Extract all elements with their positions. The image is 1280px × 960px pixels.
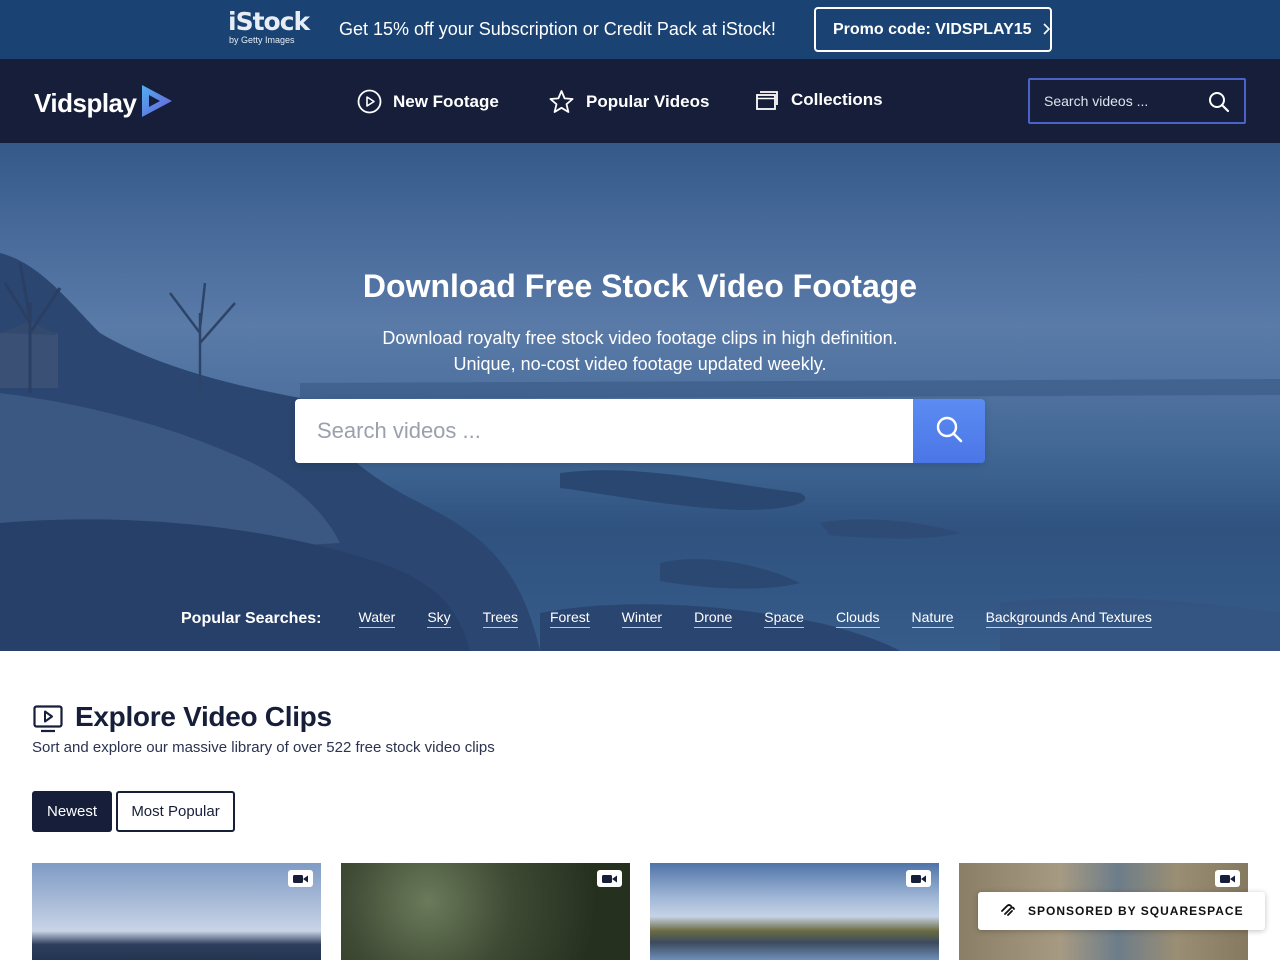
explore-subtitle: Sort and explore our massive library of … (32, 739, 495, 756)
hero-section: Download Free Stock Video Footage Downlo… (0, 143, 1280, 651)
video-camera-icon (288, 870, 313, 887)
nav-popular-videos[interactable]: Popular Videos (548, 89, 709, 115)
promo-code-label: Promo code: VIDSPLAY15 (833, 20, 1032, 38)
hero-search-button[interactable] (913, 399, 985, 463)
nav-new-footage[interactable]: New Footage (357, 89, 499, 114)
popular-search-link[interactable]: Backgrounds And Textures (985, 609, 1152, 628)
hero-background-image (0, 253, 1280, 651)
popular-search-link[interactable]: Trees (482, 609, 518, 628)
promo-bar: iStock by Getty Images Get 15% off your … (0, 0, 1280, 59)
istock-logo-subtext: by Getty Images (229, 35, 295, 45)
hero-title: Download Free Stock Video Footage (362, 268, 918, 304)
promo-text: Get 15% off your Subscription or Credit … (339, 19, 776, 39)
video-camera-icon (597, 870, 622, 887)
promo-code-button[interactable]: Promo code: VIDSPLAY15 (814, 7, 1052, 52)
vidsplay-logo[interactable]: Vidsplay (34, 83, 174, 124)
play-triangle-icon (140, 83, 174, 124)
site-header: Vidsplay New Footage Popular Videos Coll… (0, 59, 1280, 143)
hero-subtitle-line2: Unique, no-cost video footage updated we… (453, 354, 827, 374)
popular-searches-label: Popular Searches: (181, 609, 322, 627)
star-icon (548, 89, 575, 115)
popular-search-link[interactable]: Drone (694, 609, 733, 628)
istock-logo[interactable]: iStock by Getty Images (228, 7, 310, 46)
istock-logo-text: iStock (228, 7, 310, 36)
popular-search-link[interactable]: Water (358, 609, 396, 628)
video-camera-icon (906, 870, 931, 887)
tab-newest[interactable]: Newest (32, 791, 112, 832)
popular-search-link[interactable]: Clouds (835, 609, 880, 628)
hero-search-box (295, 399, 985, 463)
popular-search-link[interactable]: Winter (621, 609, 663, 628)
nav-new-footage-label: New Footage (393, 91, 499, 111)
hero-search-input[interactable] (295, 399, 913, 463)
chevron-right-icon (1042, 22, 1050, 38)
squarespace-icon (1000, 903, 1016, 920)
hero-subtitle-line1: Download royalty free stock video footag… (382, 328, 898, 348)
video-camera-icon (1215, 870, 1240, 887)
search-icon (935, 415, 963, 448)
video-thumbnail[interactable] (32, 863, 321, 960)
popular-search-link[interactable]: Nature (911, 609, 954, 628)
sponsor-text: SPONSORED BY SQUARESPACE (1028, 904, 1244, 918)
popular-search-link[interactable]: Space (764, 609, 804, 628)
nav-popular-videos-label: Popular Videos (586, 92, 710, 111)
header-search-input[interactable] (1030, 93, 1200, 109)
nav-collections-label: Collections (791, 90, 883, 109)
popular-search-link[interactable]: Forest (549, 609, 590, 628)
popular-searches: Popular Searches: Water Sky Trees Forest… (181, 609, 1152, 628)
header-search-box (1028, 78, 1246, 124)
collections-icon (755, 89, 780, 111)
logo-text: Vidsplay (34, 88, 137, 118)
play-circle-icon (357, 89, 382, 114)
video-thumbnail[interactable] (650, 863, 939, 960)
tab-most-popular[interactable]: Most Popular (116, 791, 235, 832)
sponsor-badge[interactable]: SPONSORED BY SQUARESPACE (978, 892, 1265, 930)
popular-search-link[interactable]: Sky (427, 609, 451, 628)
video-play-icon (33, 705, 63, 738)
nav-collections[interactable]: Collections (755, 89, 883, 111)
explore-title: Explore Video Clips (75, 701, 332, 732)
search-icon[interactable] (1208, 91, 1230, 118)
video-thumbnail[interactable] (341, 863, 630, 960)
